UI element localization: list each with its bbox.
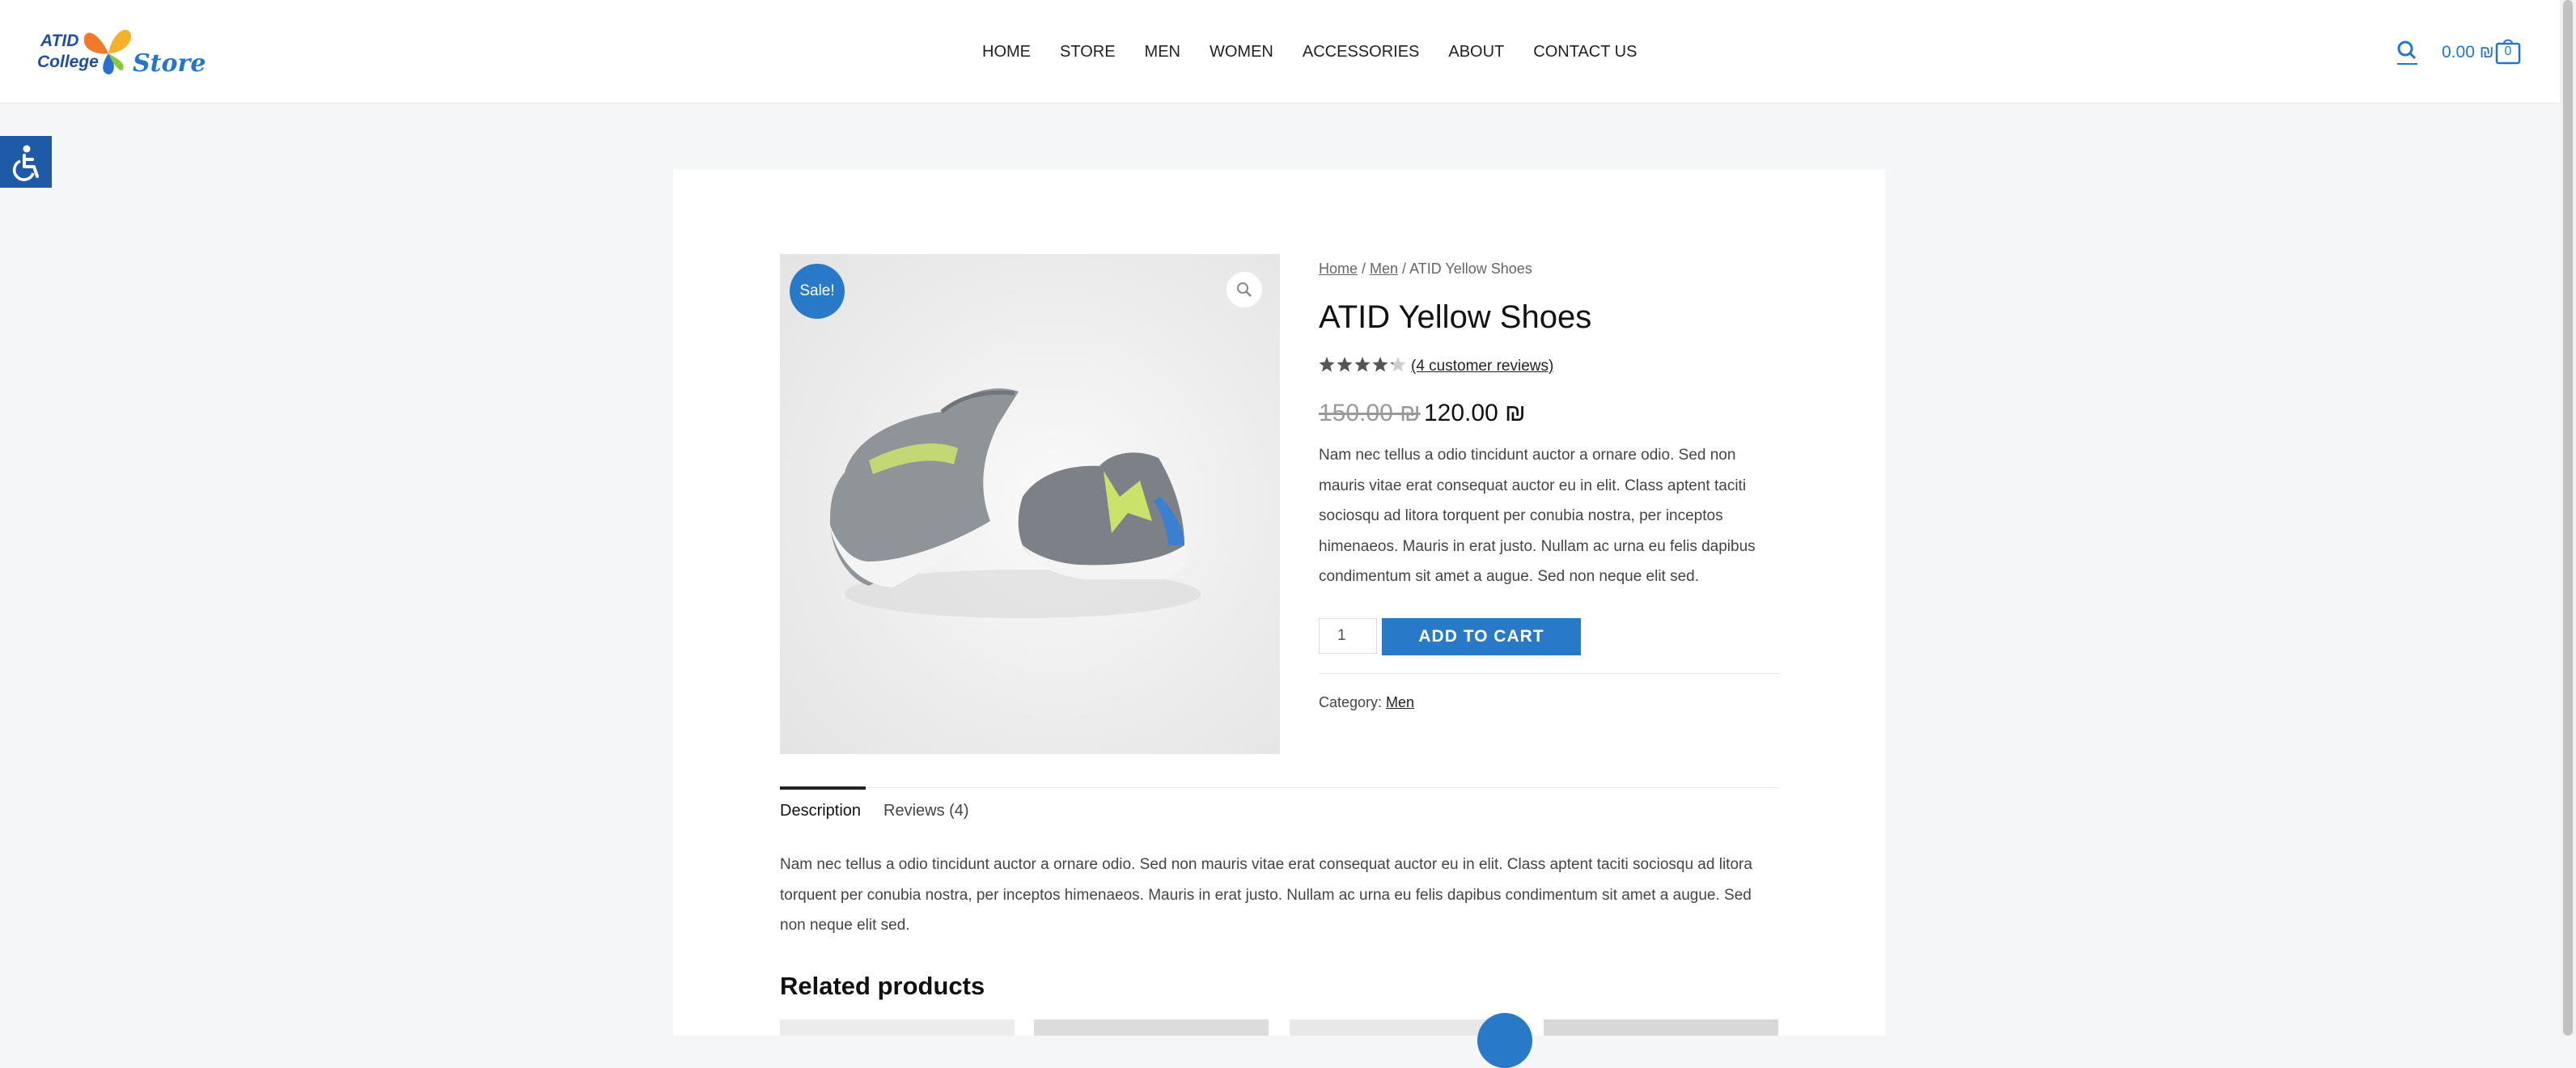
breadcrumb-separator: / <box>1398 261 1410 277</box>
price-old: 150.00 ₪ <box>1319 400 1421 426</box>
related-product-image[interactable] <box>1034 1019 1269 1036</box>
nav-item-men[interactable]: MEN <box>1130 39 1195 65</box>
divider <box>1319 673 1780 674</box>
nav-item-home[interactable]: HOME <box>968 39 1045 65</box>
search-icon[interactable] <box>2395 39 2419 66</box>
add-to-cart-button[interactable]: ADD TO CART <box>1382 618 1581 655</box>
product-title: ATID Yellow Shoes <box>1319 299 1592 335</box>
related-product-image[interactable] <box>780 1019 1015 1036</box>
zoom-button[interactable] <box>1227 272 1262 307</box>
nav-item-store[interactable]: STORE <box>1045 39 1130 65</box>
shoe-image-icon <box>828 388 1201 618</box>
star-icon <box>1319 357 1406 372</box>
page-scrollbar[interactable] <box>2560 0 2576 1036</box>
related-sale-badge <box>1477 1013 1532 1068</box>
cart-total[interactable]: 0.00 ₪ <box>2442 40 2494 65</box>
breadcrumb-home[interactable]: Home <box>1319 261 1358 277</box>
related-product-image[interactable] <box>1544 1019 1778 1036</box>
scrollbar-thumb[interactable] <box>2563 0 2573 1036</box>
star-rating <box>1319 356 1406 375</box>
site-logo[interactable]: ATID College Store <box>37 21 205 83</box>
price-new: 120.00 ₪ <box>1424 400 1526 426</box>
category-label: Category: <box>1319 694 1387 710</box>
product-meta: Category: Men <box>1319 693 1414 712</box>
nav-item-women[interactable]: WOMEN <box>1195 39 1288 65</box>
product-image[interactable] <box>780 254 1280 754</box>
breadcrumb: Home / Men / ATID Yellow Shoes <box>1319 259 1532 278</box>
nav-item-about[interactable]: ABOUT <box>1434 39 1519 65</box>
breadcrumb-men[interactable]: Men <box>1370 261 1398 277</box>
sale-badge: Sale! <box>790 264 845 319</box>
tabs-divider <box>780 787 1778 788</box>
tab-description[interactable]: Description <box>780 799 861 822</box>
nav-item-contact[interactable]: CONTACT US <box>1519 39 1651 65</box>
logo-store: Store <box>133 49 206 78</box>
active-tab-indicator <box>780 786 866 790</box>
quantity-input[interactable] <box>1319 618 1377 654</box>
tab-reviews[interactable]: Reviews (4) <box>883 799 969 822</box>
zoom-icon <box>1237 282 1252 297</box>
breadcrumb-current: ATID Yellow Shoes <box>1409 261 1532 277</box>
accessibility-button[interactable] <box>0 136 52 188</box>
butterfly-logo-icon <box>83 29 131 74</box>
cart-count: 0 <box>2504 44 2512 58</box>
short-description: Nam nec tellus a odio tincidunt auctor a… <box>1319 447 1756 585</box>
nav-item-accessories[interactable]: ACCESSORIES <box>1288 39 1434 65</box>
main-nav: HOME STORE MEN WOMEN ACCESSORIES ABOUT C… <box>968 39 1651 65</box>
category-link[interactable]: Men <box>1386 694 1414 710</box>
accessibility-icon <box>12 145 39 181</box>
description-text: Nam nec tellus a odio tincidunt auctor a… <box>780 856 1752 934</box>
cart-button[interactable]: 0 <box>2495 37 2521 65</box>
related-products-title: Related products <box>780 972 985 1000</box>
breadcrumb-separator: / <box>1358 261 1371 277</box>
site-header: ATID College Store HOME STORE MEN WOMEN … <box>0 0 2576 104</box>
logo-line1: ATID <box>40 32 79 50</box>
reviews-link[interactable]: (4 customer reviews) <box>1411 356 1553 377</box>
